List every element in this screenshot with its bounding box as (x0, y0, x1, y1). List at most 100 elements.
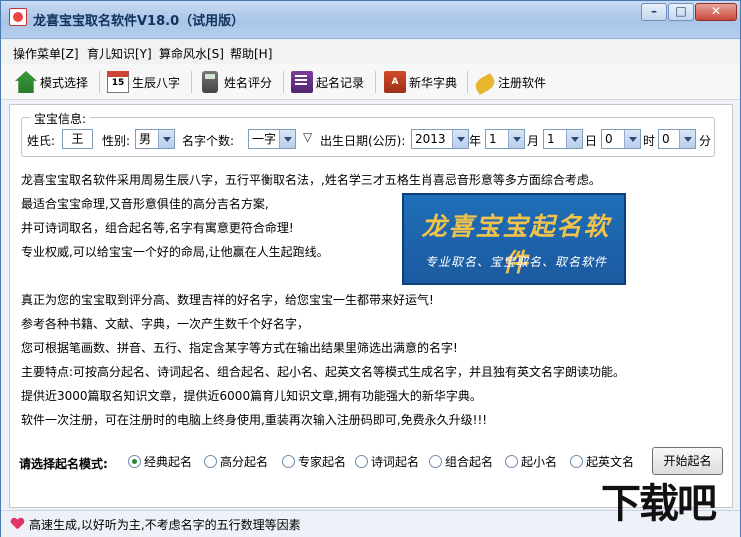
radio-label: 诗词起名 (371, 455, 420, 469)
toolbar-dictionary[interactable]: A 新华字典 (384, 68, 457, 96)
toolbar-separator (191, 71, 192, 93)
baby-info-legend: 宝宝信息: (30, 110, 91, 127)
close-button[interactable]: ✕ (695, 3, 737, 21)
chevron-down-icon[interactable] (158, 130, 174, 148)
title-bar[interactable]: 龙喜宝宝取名软件V18.0（试用版） – □ ✕ (1, 1, 740, 39)
mode-label: 请选择起名模式: (19, 457, 108, 471)
toolbar-label: 生辰八字 (132, 75, 181, 90)
triangle-down-icon: ▽ (303, 130, 313, 144)
radio-selected-icon[interactable] (128, 455, 141, 468)
mode-radio-combination[interactable]: 组合起名 (429, 453, 493, 470)
menu-operation[interactable]: 操作菜单[Z] (13, 45, 79, 62)
radio-label: 经典起名 (144, 455, 193, 469)
toolbar-label: 起名记录 (316, 75, 365, 90)
chevron-down-icon[interactable] (566, 130, 582, 148)
watermark: 下载吧 (601, 471, 739, 533)
toolbar-label: 姓名评分 (224, 75, 273, 90)
radio-label: 专家起名 (298, 455, 347, 469)
toolbar-name-score[interactable]: 姓名评分 (199, 68, 272, 96)
toolbar-separator (467, 71, 468, 93)
radio-icon[interactable] (204, 455, 217, 468)
toolbar-separator (375, 71, 376, 93)
description-line: 您可根据笔画数、拼音、五行、指定含某字等方式在输出结果里筛选出满意的名字! (21, 341, 458, 355)
window-title: 龙喜宝宝取名软件V18.0（试用版） (33, 14, 245, 29)
toolbar-label: 注册软件 (498, 75, 547, 90)
day-select[interactable]: 1 (543, 129, 583, 149)
mode-radio-english[interactable]: 起英文名 (570, 453, 634, 470)
month-select[interactable]: 1 (485, 129, 525, 149)
maximize-button[interactable]: □ (668, 3, 694, 21)
status-text: 高速生成,以好听为主,不考虑名字的五行数理等因素 (29, 518, 301, 532)
gender-select[interactable]: 男 (135, 129, 175, 149)
toolbar-register[interactable]: 注册软件 (472, 68, 547, 96)
toolbar-birth-chart[interactable]: 15 生辰八字 (107, 68, 180, 96)
description-line: 龙喜宝宝取名软件采用周易生辰八字，五行平衡取名法，,姓名学三才五格生肖喜忌音形意… (21, 173, 601, 187)
toolbar-separator (283, 71, 284, 93)
description-line: 参考各种书籍、文献、字典，一次产生数千个好名字， (21, 317, 310, 331)
menu-help[interactable]: 帮助[H] (230, 45, 272, 62)
gender-label: 性别: (102, 134, 131, 148)
dictionary-icon: A (384, 71, 406, 93)
menu-parenting[interactable]: 育儿知识[Y] (87, 45, 152, 62)
description-line: 最适合宝宝命理,又音形意俱佳的高分吉名方案, (21, 197, 269, 211)
hour-unit: 时 (643, 134, 656, 148)
toolbar: 模式选择 15 生辰八字 姓名评分 起名记录 A 新华字典 注册软件 (1, 64, 740, 100)
app-logo-icon (9, 8, 27, 26)
toolbar-label: 新华字典 (409, 75, 458, 90)
mode-radio-high-score[interactable]: 高分起名 (204, 453, 268, 470)
mode-radio-poetry[interactable]: 诗词起名 (355, 453, 419, 470)
mode-radio-nickname[interactable]: 起小名 (505, 453, 557, 470)
description-line: 并可诗词取名，组合起名等,名字有寓意更符合命理! (21, 221, 294, 235)
day-unit: 日 (585, 134, 598, 148)
chevron-down-icon[interactable] (452, 130, 468, 148)
toolbar-separator (99, 71, 100, 93)
name-count-label: 名字个数: (182, 134, 235, 148)
radio-icon[interactable] (570, 455, 583, 468)
radio-icon[interactable] (429, 455, 442, 468)
radio-icon[interactable] (355, 455, 368, 468)
app-window: 龙喜宝宝取名软件V18.0（试用版） – □ ✕ 操作菜单[Z] 育儿知识[Y]… (0, 0, 741, 537)
description-line: 真正为您的宝宝取到评分高、数理吉祥的好名字，给您宝宝一生都带来好运气! (21, 293, 434, 307)
year-unit: 年 (469, 134, 482, 148)
calendar-icon: 15 (107, 71, 129, 93)
main-panel: 宝宝信息: 姓氏: 王 性别: 男 名字个数: 一字 ▽ 出生日期(公历): 2… (9, 104, 733, 508)
chevron-down-icon[interactable] (279, 130, 295, 148)
day-value: 1 (547, 132, 555, 146)
hour-select[interactable]: 0 (601, 129, 641, 149)
surname-label: 姓氏: (27, 134, 56, 148)
name-count-value: 一字 (252, 132, 277, 146)
radio-icon[interactable] (282, 455, 295, 468)
minute-value: 0 (662, 132, 670, 146)
toolbar-mode-select[interactable]: 模式选择 (15, 68, 88, 96)
year-value: 2013 (415, 132, 446, 146)
chevron-down-icon[interactable] (679, 130, 695, 148)
gender-value: 男 (139, 132, 152, 146)
description-line: 提供近3000篇取名知识文章，提供近6000篇育儿知识文章,拥有功能强大的新华字… (21, 389, 482, 403)
record-book-icon (291, 71, 313, 93)
surname-input[interactable]: 王 (62, 129, 93, 149)
month-value: 1 (489, 132, 497, 146)
birth-date-label: 出生日期(公历): (320, 134, 406, 148)
banner-subtitle: 专业取名、宝宝取名、取名软件 (424, 255, 607, 269)
promo-banner: 龙喜宝宝起名软件 专业取名、宝宝取名、取名软件 (402, 193, 626, 285)
minimize-button[interactable]: – (641, 3, 667, 21)
name-count-select[interactable]: 一字 (248, 129, 296, 149)
menu-fortune[interactable]: 算命风水[S] (159, 45, 224, 62)
month-unit: 月 (527, 134, 540, 148)
radio-icon[interactable] (505, 455, 518, 468)
description-line: 主要特点:可按高分起名、诗词起名、组合起名、起小名、起英文名等模式生成名字，并且… (21, 365, 626, 379)
toolbar-name-record[interactable]: 起名记录 (291, 68, 364, 96)
calculator-icon (202, 71, 218, 93)
description-line: 软件一次注册，可在注册时的电脑上终身使用,重装再次输入注册码即可,免费永久升级!… (21, 413, 488, 427)
hour-value: 0 (605, 132, 613, 146)
minute-select[interactable]: 0 (658, 129, 696, 149)
mode-radio-expert[interactable]: 专家起名 (282, 453, 346, 470)
chevron-down-icon[interactable] (508, 130, 524, 148)
minute-unit: 分 (699, 134, 712, 148)
baby-info-group: 宝宝信息: 姓氏: 王 性别: 男 名字个数: 一字 ▽ 出生日期(公历): 2… (21, 110, 715, 157)
year-select[interactable]: 2013 (411, 129, 469, 149)
mode-radio-classic[interactable]: 经典起名 (128, 453, 192, 470)
heart-icon (11, 518, 23, 530)
chevron-down-icon[interactable] (624, 130, 640, 148)
toolbar-label: 模式选择 (40, 75, 89, 90)
